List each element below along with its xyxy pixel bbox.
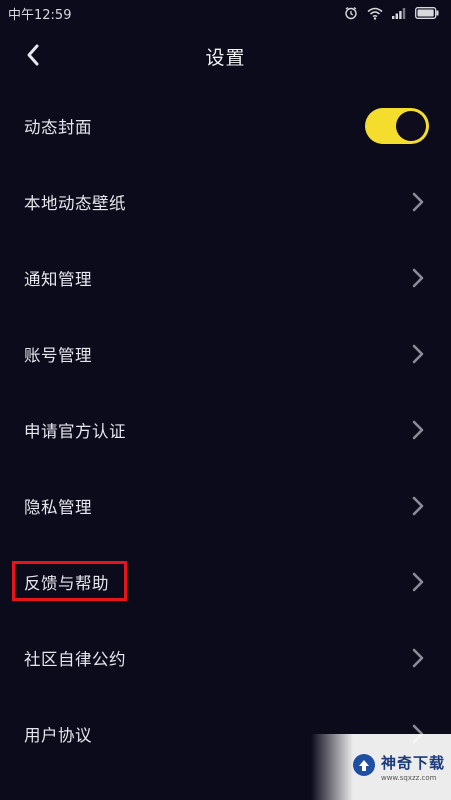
watermark-title: 神奇下载 xyxy=(380,754,445,772)
chevron-right-icon xyxy=(412,572,424,592)
chevron-right-icon xyxy=(412,496,424,516)
alarm-icon xyxy=(344,6,358,20)
row-label: 账号管理 xyxy=(24,346,92,365)
watermark-inner: 神奇下载 www.sqxzz.com xyxy=(352,752,445,782)
chevron-right-icon xyxy=(412,268,424,288)
settings-row-dynamic-cover: 动态封面 xyxy=(0,88,451,164)
watermark-text: 神奇下载 www.sqxzz.com xyxy=(381,752,445,782)
page-title: 设置 xyxy=(205,47,246,69)
row-label: 本地动态壁纸 xyxy=(24,194,126,213)
wifi-icon xyxy=(367,7,383,20)
signal-icon xyxy=(392,7,406,19)
row-label: 隐私管理 xyxy=(24,498,92,517)
watermark: 神奇下载 www.sqxzz.com xyxy=(311,734,451,800)
status-icons xyxy=(344,6,439,20)
toggle-knob xyxy=(396,111,426,141)
status-time: 中午12:59 xyxy=(8,7,72,23)
chevron-right-icon xyxy=(412,344,424,364)
row-label: 申请官方认证 xyxy=(24,422,126,441)
settings-row-notifications[interactable]: 通知管理 xyxy=(0,240,451,316)
chevron-right-icon xyxy=(412,420,424,440)
header: 设置 xyxy=(0,30,451,84)
battery-icon xyxy=(415,7,439,19)
settings-row-account[interactable]: 账号管理 xyxy=(0,316,451,392)
settings-row-community-guidelines[interactable]: 社区自律公约 xyxy=(0,620,451,696)
watermark-url: www.sqxzz.com xyxy=(380,774,437,782)
row-label: 反馈与帮助 xyxy=(24,574,109,593)
chevron-right-icon xyxy=(412,192,424,212)
row-label: 用户协议 xyxy=(24,726,92,745)
settings-row-privacy[interactable]: 隐私管理 xyxy=(0,468,451,544)
row-label: 动态封面 xyxy=(24,118,92,137)
settings-row-feedback-help[interactable]: 反馈与帮助 xyxy=(0,544,451,620)
settings-row-official-verification[interactable]: 申请官方认证 xyxy=(0,392,451,468)
watermark-logo-icon xyxy=(352,753,376,781)
settings-row-local-wallpaper[interactable]: 本地动态壁纸 xyxy=(0,164,451,240)
dynamic-cover-toggle[interactable] xyxy=(365,108,429,144)
row-label: 社区自律公约 xyxy=(24,650,126,669)
settings-list: 动态封面 本地动态壁纸 通知管理 账号管理 申请官方认证 隐私管理 反馈与帮助 … xyxy=(0,88,451,772)
row-label: 通知管理 xyxy=(24,270,92,289)
status-bar: 中午12:59 xyxy=(0,0,451,26)
chevron-right-icon xyxy=(412,648,424,668)
